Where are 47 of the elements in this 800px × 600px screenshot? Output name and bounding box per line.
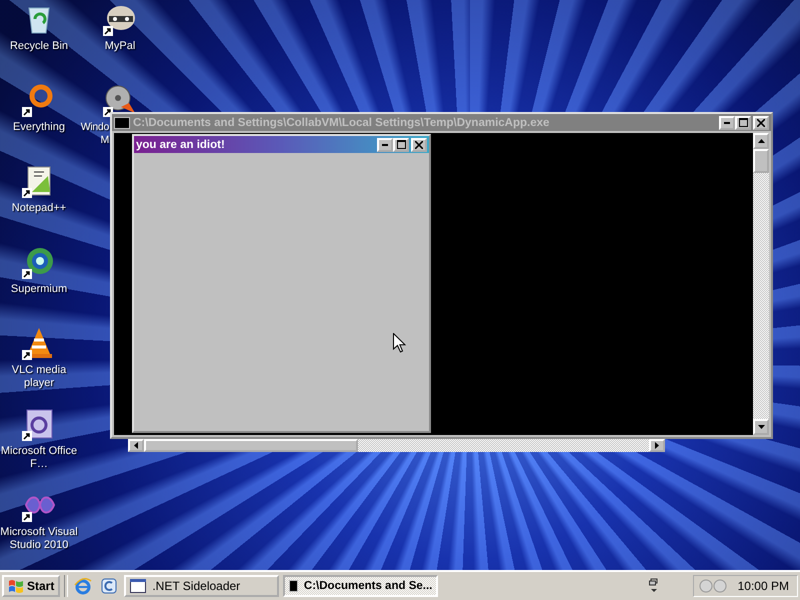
scroll-thumb[interactable] — [144, 439, 358, 452]
mouse-pointer-icon — [393, 333, 406, 353]
console-icon — [289, 580, 298, 592]
console-icon — [114, 116, 130, 128]
maximize-button[interactable] — [735, 116, 751, 130]
maximize-icon — [738, 118, 748, 127]
clock[interactable]: 10:00 PM — [738, 579, 789, 593]
scroll-up-button[interactable] — [753, 133, 769, 149]
monitor-icon[interactable] — [648, 578, 659, 594]
minimize-icon — [382, 144, 388, 146]
taskbar-button[interactable]: C:\Documents and Se... — [283, 575, 438, 597]
icon-label[interactable]: Recycle Bin — [0, 40, 78, 53]
scroll-left-button[interactable] — [128, 439, 144, 452]
browser-e-icon[interactable] — [74, 577, 92, 595]
close-button[interactable] — [753, 116, 769, 130]
minimize-button[interactable] — [377, 138, 393, 152]
scroll-right-button[interactable] — [649, 439, 665, 452]
icon-label[interactable]: Windo M — [78, 121, 109, 147]
horizontal-scrollbar[interactable] — [128, 439, 665, 452]
down-arrow-icon — [758, 425, 764, 429]
vertical-scrollbar[interactable] — [753, 133, 769, 435]
start-button[interactable]: Start — [2, 575, 60, 597]
minimize-icon — [724, 122, 730, 124]
minimize-button[interactable] — [719, 116, 735, 130]
scroll-thumb[interactable] — [753, 149, 769, 173]
right-arrow-icon — [655, 442, 659, 449]
icon-label[interactable]: Everything — [0, 121, 78, 134]
icon-label[interactable]: Supermium — [0, 283, 78, 296]
window-title: C:\Documents and Settings\CollabVM\Local Settings\Temp\DynamicApp.exe — [133, 116, 550, 128]
maximize-icon — [396, 140, 406, 149]
up-arrow-icon — [758, 139, 764, 143]
icon-label[interactable]: VLC media player — [0, 364, 78, 390]
maximize-button[interactable] — [393, 138, 409, 152]
close-icon — [415, 140, 423, 148]
scroll-down-button[interactable] — [753, 419, 769, 435]
icon-label[interactable]: MyPal — [80, 40, 160, 53]
globe-icon[interactable] — [22, 245, 56, 279]
close-button[interactable] — [411, 138, 427, 152]
left-arrow-icon — [134, 442, 138, 449]
window-icon — [130, 579, 146, 593]
close-icon — [757, 118, 765, 126]
icon-label[interactable]: Microsoft Office F… — [0, 445, 78, 471]
icon-label[interactable]: Notepad++ — [0, 202, 78, 215]
windows-flag-icon — [8, 579, 24, 593]
window-title: you are an idiot! — [136, 138, 226, 150]
taskbar-button[interactable]: .NET Sideloader — [124, 575, 280, 597]
icon-label[interactable]: Microsoft Visual Studio 2010 — [0, 526, 78, 552]
